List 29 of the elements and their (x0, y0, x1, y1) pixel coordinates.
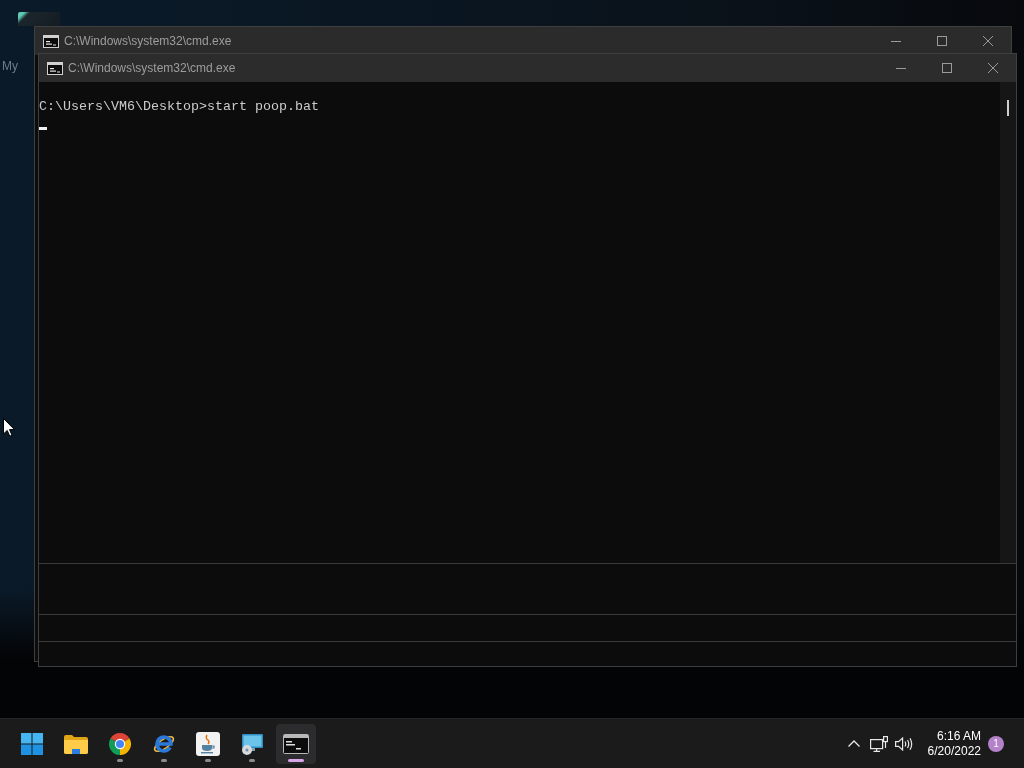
minimize-icon (896, 67, 906, 69)
scrollbar[interactable] (1000, 82, 1016, 563)
pointer-icon (3, 418, 15, 437)
terminal-icon (43, 34, 59, 48)
scrollbar-thumb[interactable] (1007, 100, 1009, 116)
console-line: C:\Users\VM6\Desktop>start poop.bat (39, 99, 319, 115)
window-title: C:\Windows\system32\cmd.exe (64, 33, 232, 50)
desktop-icon-label[interactable]: My (2, 59, 18, 73)
text-cursor-icon (39, 127, 47, 130)
network-icon (870, 735, 889, 752)
maximize-icon (937, 36, 947, 46)
taskbar-app-button[interactable] (276, 723, 316, 764)
monitor-disc-icon (240, 731, 264, 756)
window-title: C:\Windows\system32\cmd.exe (68, 60, 236, 77)
close-icon (988, 63, 998, 73)
minimize-icon (891, 40, 901, 42)
desktop-icon[interactable] (18, 12, 60, 26)
speaker-icon (895, 736, 914, 751)
terminal-icon (47, 61, 63, 75)
clock-time[interactable]: 6:16 AM (927, 728, 981, 744)
close-icon (983, 36, 993, 46)
four-squares-icon (21, 732, 43, 755)
clock-date[interactable]: 6/20/2022 (927, 743, 981, 759)
maximize-icon (942, 63, 952, 73)
terminal-icon (283, 733, 309, 754)
coffee-cup-icon (196, 731, 220, 756)
folder-icon (64, 733, 88, 754)
circle-logo-icon (108, 731, 132, 756)
chevron-up-icon (848, 740, 861, 747)
